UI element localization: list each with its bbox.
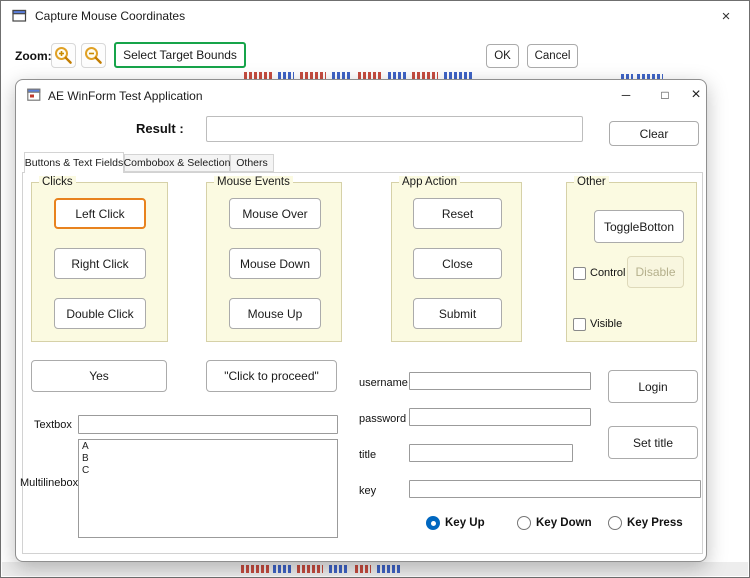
- clear-button[interactable]: Clear: [609, 121, 699, 146]
- title-input[interactable]: [409, 444, 573, 462]
- reset-button[interactable]: Reset: [413, 198, 502, 229]
- select-target-bounds-button[interactable]: Select Target Bounds: [114, 42, 246, 68]
- click-to-proceed-button[interactable]: "Click to proceed": [206, 360, 337, 392]
- key-label: key: [359, 485, 376, 497]
- inner-titlebar[interactable]: AE WinForm Test Application: [16, 80, 706, 110]
- clipped-text-artifact: [377, 565, 401, 573]
- clipped-text-artifact: [355, 565, 371, 573]
- mouse-over-button[interactable]: Mouse Over: [229, 198, 321, 229]
- capture-mouse-coordinates-window: Capture Mouse Coordinates × Zoom: Select…: [0, 0, 750, 578]
- clipped-text-artifact: [329, 565, 349, 573]
- clipped-text-artifact: [241, 565, 269, 573]
- close-icon[interactable]: ×: [684, 80, 707, 110]
- disable-button: Disable: [627, 256, 684, 288]
- left-click-button[interactable]: Left Click: [54, 198, 146, 229]
- username-input[interactable]: [409, 372, 591, 390]
- submit-button[interactable]: Submit: [413, 298, 502, 329]
- winform-app-icon: [27, 88, 41, 102]
- zoom-in-button[interactable]: [51, 43, 76, 68]
- password-label: password: [359, 413, 406, 425]
- textbox-input[interactable]: [78, 415, 338, 434]
- other-group-title: Other: [574, 176, 609, 188]
- app-icon: [12, 9, 27, 23]
- right-click-button[interactable]: Right Click: [54, 248, 146, 279]
- title-label: title: [359, 449, 376, 461]
- clipped-text-artifact: [273, 565, 291, 573]
- cancel-button[interactable]: Cancel: [527, 44, 578, 68]
- set-title-button[interactable]: Set title: [608, 426, 698, 459]
- mouse-up-button[interactable]: Mouse Up: [229, 298, 321, 329]
- clipped-text-artifact: [297, 565, 323, 573]
- inner-window-title: AE WinForm Test Application: [48, 89, 203, 103]
- key-press-radio[interactable]: [608, 516, 622, 530]
- close-icon[interactable]: ×: [712, 4, 740, 28]
- control-checkbox-label[interactable]: Control: [590, 267, 625, 279]
- login-button[interactable]: Login: [608, 370, 698, 403]
- visible-checkbox-label[interactable]: Visible: [590, 318, 622, 330]
- toggle-button[interactable]: ToggleBotton: [594, 210, 684, 243]
- ok-button[interactable]: OK: [486, 44, 519, 68]
- multilinebox-label: Multilinebox: [20, 477, 78, 489]
- tab-buttons-text-fields[interactable]: Buttons & Text Fields: [24, 152, 124, 173]
- key-up-radio[interactable]: [426, 516, 440, 530]
- key-input[interactable]: [409, 480, 701, 498]
- key-press-radio-label[interactable]: Key Press: [627, 517, 683, 529]
- username-label: username: [359, 377, 408, 389]
- multilinebox-textarea[interactable]: A B C: [78, 439, 338, 538]
- double-click-button[interactable]: Double Click: [54, 298, 146, 329]
- key-down-radio-label[interactable]: Key Down: [536, 517, 592, 529]
- key-up-radio-label[interactable]: Key Up: [445, 517, 485, 529]
- maximize-icon[interactable]: □: [646, 80, 684, 110]
- minimize-icon[interactable]: ─: [606, 80, 646, 110]
- clicks-group: Clicks Left Click Right Click Double Cli…: [31, 182, 168, 342]
- clicks-group-title: Clicks: [39, 176, 76, 188]
- mouse-events-group: Mouse Events Mouse Over Mouse Down Mouse…: [206, 182, 342, 342]
- tab-others[interactable]: Others: [230, 154, 274, 172]
- password-input[interactable]: [409, 408, 591, 426]
- ae-winform-test-application-window: AE WinForm Test Application ─ □ × Result…: [15, 79, 707, 562]
- result-label: Result :: [136, 121, 184, 136]
- outer-titlebar[interactable]: Capture Mouse Coordinates: [1, 1, 749, 31]
- zoom-in-icon: [53, 45, 74, 66]
- zoom-label: Zoom:: [15, 49, 52, 63]
- app-action-group-title: App Action: [399, 176, 460, 188]
- result-input[interactable]: [206, 116, 583, 142]
- yes-button[interactable]: Yes: [31, 360, 167, 392]
- close-button[interactable]: Close: [413, 248, 502, 279]
- mouse-down-button[interactable]: Mouse Down: [229, 248, 321, 279]
- window-bottom-strip: [2, 562, 748, 576]
- tab-combobox-selection[interactable]: Combobox & Selection: [124, 154, 230, 172]
- textbox-label: Textbox: [34, 419, 72, 431]
- key-down-radio[interactable]: [517, 516, 531, 530]
- zoom-out-icon: [83, 45, 104, 66]
- control-checkbox[interactable]: [573, 267, 586, 280]
- zoom-out-button[interactable]: [81, 43, 106, 68]
- window-title: Capture Mouse Coordinates: [35, 9, 185, 23]
- app-action-group: App Action Reset Close Submit: [391, 182, 522, 342]
- mouse-events-group-title: Mouse Events: [214, 176, 293, 188]
- visible-checkbox[interactable]: [573, 318, 586, 331]
- other-group: Other ToggleBotton Control Disable Visib…: [566, 182, 697, 342]
